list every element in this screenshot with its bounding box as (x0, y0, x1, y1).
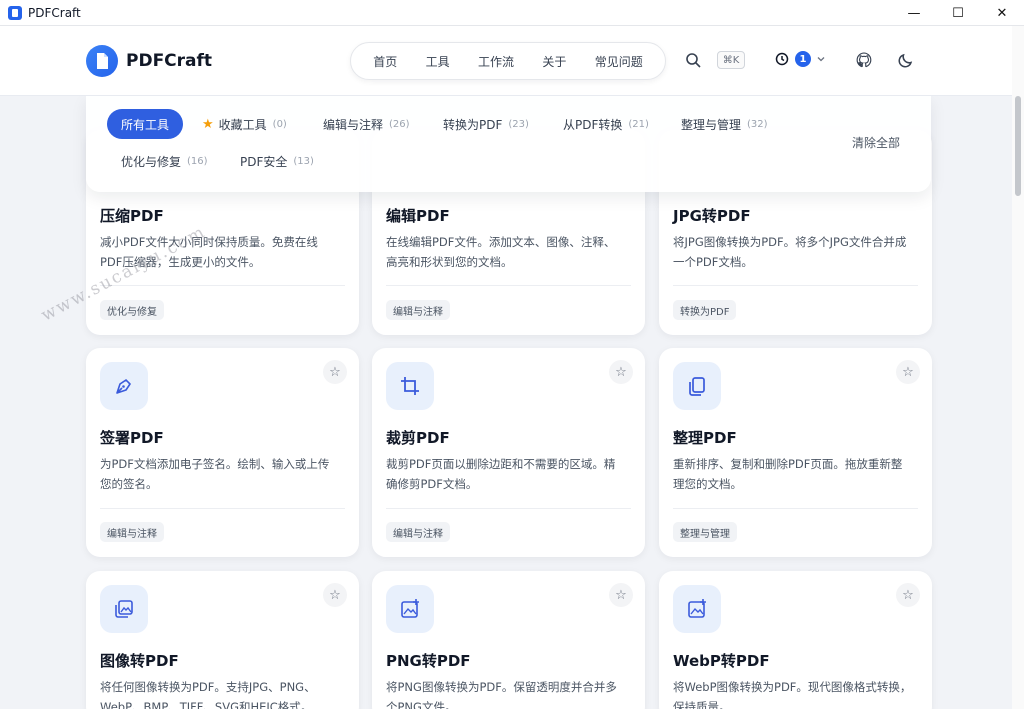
app-icon (8, 5, 22, 20)
tool-card-image-to-pdf[interactable]: ☆ 图像转PDF 将任何图像转换为PDF。支持JPG、PNG、WebP、BMP、… (86, 571, 359, 709)
images-icon (100, 585, 148, 633)
filter-label: 所有工具 (121, 117, 170, 132)
scrollbar-thumb[interactable] (1015, 96, 1021, 196)
divider (386, 285, 631, 286)
filter-label: 从PDF转换 (563, 117, 623, 132)
category-tag: 编辑与注释 (386, 300, 450, 320)
tool-description: 为PDF文档添加电子签名。绘制、输入或上传您的签名。 (100, 457, 330, 491)
nav-tools[interactable]: 工具 (426, 53, 450, 70)
main-nav: 首页 工具 工作流 关于 常见问题 (350, 42, 666, 80)
filter-label: PDF安全 (240, 154, 288, 169)
image-plus-icon (673, 585, 721, 633)
filter-count: (21) (628, 118, 649, 130)
nav-about[interactable]: 关于 (542, 53, 566, 70)
moon-icon[interactable] (898, 52, 914, 68)
tool-card-png-to-pdf[interactable]: ☆ PNG转PDF 将PNG图像转换为PDF。保留透明度并合并多个PNG文件。 (372, 571, 645, 709)
history-button[interactable]: 1 (775, 51, 825, 67)
nav-faq[interactable]: 常见问题 (595, 53, 643, 70)
minimize-button[interactable]: — (892, 0, 936, 26)
category-tag: 编辑与注释 (386, 522, 450, 542)
filter-label: 整理与管理 (681, 117, 742, 132)
filter-count: (32) (747, 118, 768, 130)
filter-convert-to-pdf[interactable]: 转换为PDF (23) (443, 109, 529, 139)
filter-convert-from-pdf[interactable]: 从PDF转换 (21) (563, 109, 649, 139)
divider (100, 508, 345, 509)
tool-card-organize[interactable]: ☆ 整理PDF 重新排序、复制和删除PDF页面。拖放重新整理您的文档。 整理与管… (659, 348, 932, 557)
filter-count: (23) (508, 118, 529, 130)
tool-name: 编辑PDF (386, 207, 450, 225)
tool-name: PNG转PDF (386, 652, 471, 670)
filter-pdf-security[interactable]: PDF安全 (13) (240, 146, 314, 176)
shortcut-hint: ⌘K (717, 51, 745, 69)
star-icon: ★ (202, 116, 214, 132)
tool-description: 将JPG图像转换为PDF。将多个JPG文件合并成一个PDF文档。 (673, 235, 907, 269)
filter-all-tools[interactable]: 所有工具 (107, 109, 184, 139)
brand[interactable]: PDFCraft (86, 45, 212, 77)
filter-count: (26) (389, 118, 410, 130)
maximize-button[interactable]: ☐ (936, 0, 980, 26)
pen-nib-icon (100, 362, 148, 410)
window-titlebar: PDFCraft — ☐ ✕ (0, 0, 1024, 26)
category-filters: 所有工具 ★ 收藏工具 (0) 编辑与注释 (26) 转换为PDF (23) 从… (86, 96, 931, 192)
tool-name: 整理PDF (673, 429, 737, 447)
divider (386, 508, 631, 509)
nav-home[interactable]: 首页 (373, 53, 397, 70)
filter-label: 编辑与注释 (323, 117, 384, 132)
favorite-star-icon[interactable]: ☆ (323, 360, 347, 384)
clear-all-button[interactable]: 清除全部 (852, 134, 900, 151)
close-button[interactable]: ✕ (980, 0, 1024, 26)
tool-name: 签署PDF (100, 429, 164, 447)
github-icon[interactable] (856, 52, 872, 68)
divider (100, 285, 345, 286)
favorite-star-icon[interactable]: ☆ (609, 583, 633, 607)
favorite-star-icon[interactable]: ☆ (896, 360, 920, 384)
favorite-star-icon[interactable]: ☆ (323, 583, 347, 607)
history-count-badge: 1 (795, 51, 811, 67)
nav-workflow[interactable]: 工作流 (478, 53, 514, 70)
tool-description: 裁剪PDF页面以删除边距和不需要的区域。精确修剪PDF文档。 (386, 457, 616, 491)
filter-label: 转换为PDF (443, 117, 503, 132)
chevron-down-icon (817, 57, 825, 62)
tool-name: 裁剪PDF (386, 429, 450, 447)
category-tag: 整理与管理 (673, 522, 737, 542)
category-tag: 优化与修复 (100, 300, 164, 320)
divider (673, 285, 918, 286)
tool-card-sign[interactable]: ☆ 签署PDF 为PDF文档添加电子签名。绘制、输入或上传您的签名。 编辑与注释 (86, 348, 359, 557)
tool-description: 将WebP图像转换为PDF。现代图像格式转换，保持质量。 (673, 680, 912, 709)
tool-name: 图像转PDF (100, 652, 179, 670)
tool-card-crop[interactable]: ☆ 裁剪PDF 裁剪PDF页面以删除边距和不需要的区域。精确修剪PDF文档。 编… (372, 348, 645, 557)
scrollbar[interactable] (1012, 26, 1024, 709)
category-tag: 转换为PDF (673, 300, 737, 320)
search-icon[interactable] (685, 52, 701, 68)
favorite-star-icon[interactable]: ☆ (609, 360, 633, 384)
tool-description: 在线编辑PDF文件。添加文本、图像、注释、高亮和形状到您的文档。 (386, 235, 616, 269)
category-tag: 编辑与注释 (100, 522, 164, 542)
tool-description: 重新排序、复制和删除PDF页面。拖放重新整理您的文档。 (673, 457, 903, 491)
tool-card-webp-to-pdf[interactable]: ☆ WebP转PDF 将WebP图像转换为PDF。现代图像格式转换，保持质量。 (659, 571, 932, 709)
filter-label: 优化与修复 (121, 154, 182, 169)
filter-count: (0) (272, 118, 287, 130)
pdf-file-icon (86, 45, 118, 77)
filter-organize-manage[interactable]: 整理与管理 (32) (681, 109, 768, 139)
tool-name: 压缩PDF (100, 207, 164, 225)
filter-favorites[interactable]: ★ 收藏工具 (0) (202, 109, 287, 139)
filter-label: 收藏工具 (218, 117, 267, 132)
crop-icon (386, 362, 434, 410)
favorite-star-icon[interactable]: ☆ (896, 583, 920, 607)
tool-name: WebP转PDF (673, 652, 770, 670)
filter-count: (16) (187, 155, 208, 167)
filter-edit-annotate[interactable]: 编辑与注释 (26) (323, 109, 410, 139)
brand-name: PDFCraft (126, 51, 213, 71)
copy-icon (673, 362, 721, 410)
clock-icon (775, 52, 789, 66)
image-plus-icon (386, 585, 434, 633)
tool-description: 将PNG图像转换为PDF。保留透明度并合并多个PNG文件。 (386, 680, 617, 709)
tool-name: JPG转PDF (673, 207, 751, 225)
tool-description: 将任何图像转换为PDF。支持JPG、PNG、WebP、BMP、TIFF、SVG和… (100, 680, 316, 709)
filter-count: (13) (293, 155, 314, 167)
divider (673, 508, 918, 509)
filter-optimize-repair[interactable]: 优化与修复 (16) (121, 146, 208, 176)
window-title: PDFCraft (28, 5, 81, 20)
